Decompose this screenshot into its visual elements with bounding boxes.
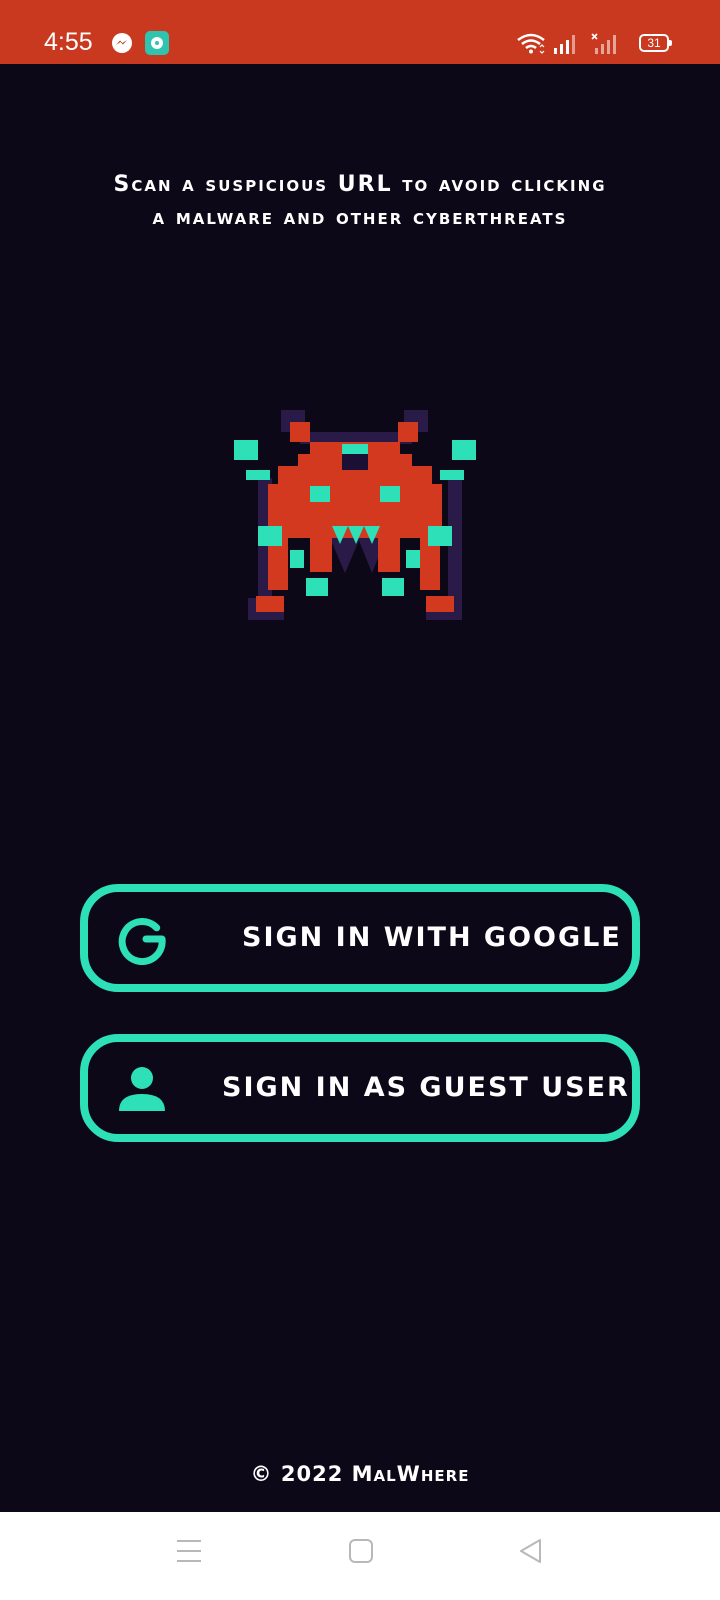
status-time: 4:55	[44, 28, 93, 56]
system-nav-bar	[0, 1512, 720, 1600]
chat-app-icon	[145, 31, 169, 55]
signal-icon	[554, 35, 575, 54]
copyright-footer: © 2022 MalWhere	[250, 1462, 470, 1486]
sign-in-guest-label: SIGN IN AS GUEST USER	[222, 1072, 630, 1103]
sign-in-guest-button[interactable]: SIGN IN AS GUEST USER	[80, 1034, 640, 1142]
menu-icon[interactable]	[176, 1538, 202, 1564]
wifi-icon	[517, 33, 545, 54]
status-bar: 4:55 31	[0, 0, 720, 64]
app-screen: Scan a suspicious URL to avoid clicking …	[0, 64, 720, 1512]
battery-level: 31	[647, 36, 661, 50]
google-g-icon	[118, 918, 166, 965]
space-invader-malware-icon	[234, 410, 476, 620]
messenger-icon	[112, 33, 132, 53]
battery-icon: 31	[639, 34, 672, 52]
tagline: Scan a suspicious URL to avoid clicking …	[113, 172, 607, 230]
sign-in-google-button[interactable]: SIGN IN WITH GOOGLE	[80, 884, 640, 992]
back-icon[interactable]	[518, 1538, 544, 1564]
user-icon	[119, 1067, 165, 1111]
sign-in-google-label: SIGN IN WITH GOOGLE	[242, 922, 622, 953]
home-icon[interactable]	[348, 1538, 374, 1564]
signal-no-service-icon	[591, 33, 616, 54]
